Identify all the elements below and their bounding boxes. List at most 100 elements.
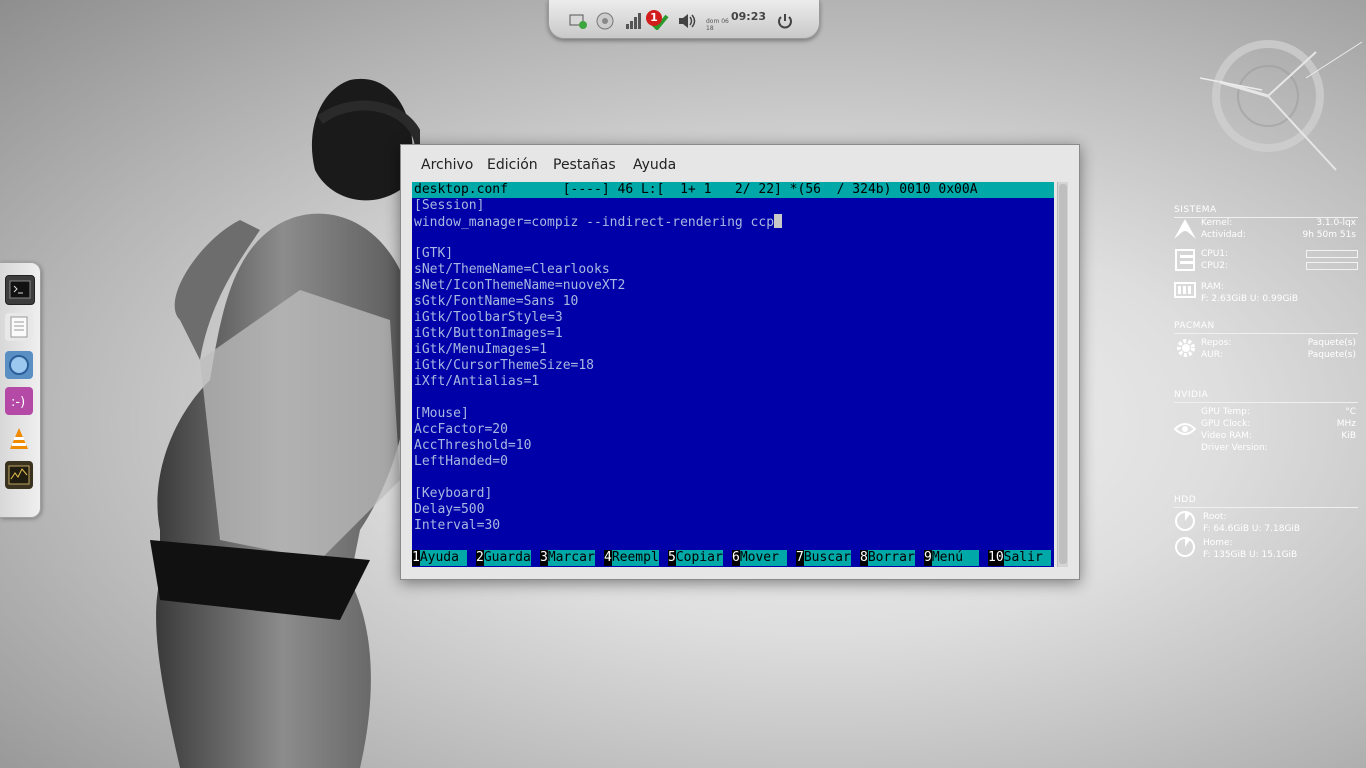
system-monitor-icon[interactable] bbox=[5, 461, 33, 489]
driver-label: Driver Version: bbox=[1201, 443, 1268, 453]
editor-line[interactable]: AccFactor=20 bbox=[414, 422, 508, 438]
fkey-number: 9 bbox=[924, 550, 932, 566]
editor-line[interactable]: [Keyboard] bbox=[414, 486, 492, 502]
web-browser-icon[interactable] bbox=[5, 351, 33, 379]
fkey-label: Ayuda bbox=[419, 550, 467, 566]
vram-label: Video RAM: bbox=[1201, 431, 1252, 441]
chat-icon[interactable]: :-) bbox=[5, 387, 33, 415]
editor-line[interactable]: sGtk/FontName=Sans 10 bbox=[414, 294, 578, 310]
nvidia-logo-icon bbox=[1174, 423, 1196, 435]
gpu-clock-label: GPU Clock: bbox=[1201, 419, 1251, 429]
fkey-number: 4 bbox=[604, 550, 612, 566]
uptime-label: Actividad: bbox=[1201, 230, 1246, 240]
fkey-label: Guarda bbox=[483, 550, 531, 566]
gpu-clock-unit: MHz bbox=[1336, 419, 1356, 429]
signal-icon[interactable] bbox=[624, 12, 644, 30]
gear-icon bbox=[1177, 339, 1195, 357]
editor-line[interactable]: iGtk/ButtonImages=1 bbox=[414, 326, 563, 342]
aur-value: Paquete(s) bbox=[1307, 350, 1356, 360]
fkey-label: Menú bbox=[931, 550, 979, 566]
fkey-button[interactable]: 5Copiar bbox=[668, 550, 723, 566]
volume-icon[interactable] bbox=[677, 12, 697, 30]
fkey-button[interactable]: 9Menú bbox=[924, 550, 979, 566]
menu-archivo[interactable]: Archivo bbox=[421, 157, 473, 173]
editor-line[interactable]: Delay=500 bbox=[414, 502, 484, 518]
fkey-label: Salir bbox=[1003, 550, 1051, 566]
settings-icon[interactable] bbox=[595, 12, 615, 30]
menu-pestanas[interactable]: Pestañas bbox=[553, 157, 616, 173]
section-divider bbox=[1174, 402, 1358, 403]
editor-line[interactable]: sNet/IconThemeName=nuoveXT2 bbox=[414, 278, 625, 294]
fkey-number: 6 bbox=[732, 550, 740, 566]
fkey-number: 5 bbox=[668, 550, 676, 566]
editor-status-line: desktop.conf [----] 46 L:[ 1+ 1 2/ 22] *… bbox=[412, 182, 1054, 198]
power-icon[interactable] bbox=[775, 12, 795, 30]
root-detail: F: 64.6GiB U: 7.18GiB bbox=[1203, 524, 1301, 534]
editor-line[interactable]: [Mouse] bbox=[414, 406, 469, 422]
editor-line[interactable]: Interval=30 bbox=[414, 518, 500, 534]
section-divider bbox=[1174, 507, 1358, 508]
kernel-label: Kernel: bbox=[1201, 218, 1233, 228]
fkey-button[interactable]: 2Guarda bbox=[476, 550, 531, 566]
editor-line[interactable]: iGtk/ToolbarStyle=3 bbox=[414, 310, 563, 326]
cpu1-bar bbox=[1306, 250, 1358, 258]
fkey-number: 10 bbox=[988, 550, 1004, 566]
fkey-label: Borrar bbox=[867, 550, 915, 566]
fkey-button[interactable]: 6Mover bbox=[732, 550, 787, 566]
section-title-pacman: PACMAN bbox=[1174, 321, 1215, 331]
function-key-bar: 1Ayuda 2Guarda 3Marcar 4Reempl 5Copiar 6Move… bbox=[412, 550, 1054, 566]
fkey-button[interactable]: 1Ayuda bbox=[412, 550, 467, 566]
clock-time[interactable]: 09:23 bbox=[731, 10, 766, 23]
section-title-nvidia: NVIDIA bbox=[1174, 390, 1209, 400]
editor-line[interactable]: iGtk/CursorThemeSize=18 bbox=[414, 358, 594, 374]
section-title-sistema: SISTEMA bbox=[1174, 205, 1217, 215]
terminal-icon[interactable] bbox=[5, 275, 35, 305]
menu-bar: Archivo Edición Pestañas Ayuda bbox=[401, 157, 1079, 179]
editor-line[interactable]: sNet/ThemeName=Clearlooks bbox=[414, 262, 610, 278]
fkey-number: 7 bbox=[796, 550, 804, 566]
terminal-window[interactable]: Archivo Edición Pestañas Ayuda desktop.c… bbox=[400, 144, 1080, 580]
text-editor-icon[interactable] bbox=[5, 313, 33, 341]
editor-line[interactable]: [GTK] bbox=[414, 246, 453, 262]
uptime-value: 9h 50m 51s bbox=[1302, 230, 1356, 240]
editor-line[interactable]: AccThreshold=10 bbox=[414, 438, 531, 454]
fkey-button[interactable]: 10Salir bbox=[988, 550, 1051, 566]
menu-ayuda[interactable]: Ayuda bbox=[633, 157, 676, 173]
arch-logo-icon bbox=[1174, 219, 1196, 239]
editor-line[interactable]: iGtk/MenuImages=1 bbox=[414, 342, 547, 358]
conky-panel: SISTEMA Kernel: 3.1.0-lqx Actividad: 9h … bbox=[1172, 0, 1358, 768]
gpu-temp-label: GPU Temp: bbox=[1201, 407, 1250, 417]
fkey-button[interactable]: 4Reempl bbox=[604, 550, 659, 566]
fkey-label: Marcar bbox=[547, 550, 595, 566]
editor-line[interactable]: iXft/Antialias=1 bbox=[414, 374, 539, 390]
vlc-icon[interactable] bbox=[5, 425, 33, 453]
aur-label: AUR: bbox=[1201, 350, 1223, 360]
fkey-button[interactable]: 7Buscar bbox=[796, 550, 851, 566]
scrollbar[interactable] bbox=[1057, 182, 1068, 567]
fkey-label: Copiar bbox=[675, 550, 723, 566]
cpu2-bar bbox=[1306, 262, 1358, 270]
fkey-button[interactable]: 8Borrar bbox=[860, 550, 915, 566]
ram-detail: F: 2.63GiB U: 0.99GiB bbox=[1201, 294, 1299, 304]
scrollbar-thumb[interactable] bbox=[1059, 184, 1067, 564]
fkey-label: Reempl bbox=[611, 550, 659, 566]
fkey-number: 1 bbox=[412, 550, 420, 566]
menu-edicion[interactable]: Edición bbox=[487, 157, 538, 173]
disk-usage-icon bbox=[1175, 511, 1195, 531]
editor-line[interactable]: window_manager=compiz --indirect-renderi… bbox=[414, 214, 783, 230]
top-panel bbox=[548, 0, 820, 39]
editor-line[interactable]: [Session] bbox=[414, 198, 484, 214]
terminal-area[interactable]: desktop.conf [----] 46 L:[ 1+ 1 2/ 22] *… bbox=[412, 182, 1054, 567]
network-icon[interactable] bbox=[569, 12, 589, 30]
repos-label: Repos: bbox=[1201, 338, 1232, 348]
repos-value: Paquete(s) bbox=[1307, 338, 1356, 348]
fkey-button[interactable]: 3Marcar bbox=[540, 550, 595, 566]
fkey-label: Buscar bbox=[803, 550, 851, 566]
cpu1-label: CPU1: bbox=[1201, 249, 1229, 259]
gpu-temp-unit: °C bbox=[1345, 407, 1356, 417]
launcher-dock: :-) bbox=[0, 262, 41, 518]
home-label: Home: bbox=[1203, 538, 1233, 548]
text-cursor bbox=[774, 214, 783, 228]
editor-line[interactable]: LeftHanded=0 bbox=[414, 454, 508, 470]
section-divider bbox=[1174, 333, 1358, 334]
